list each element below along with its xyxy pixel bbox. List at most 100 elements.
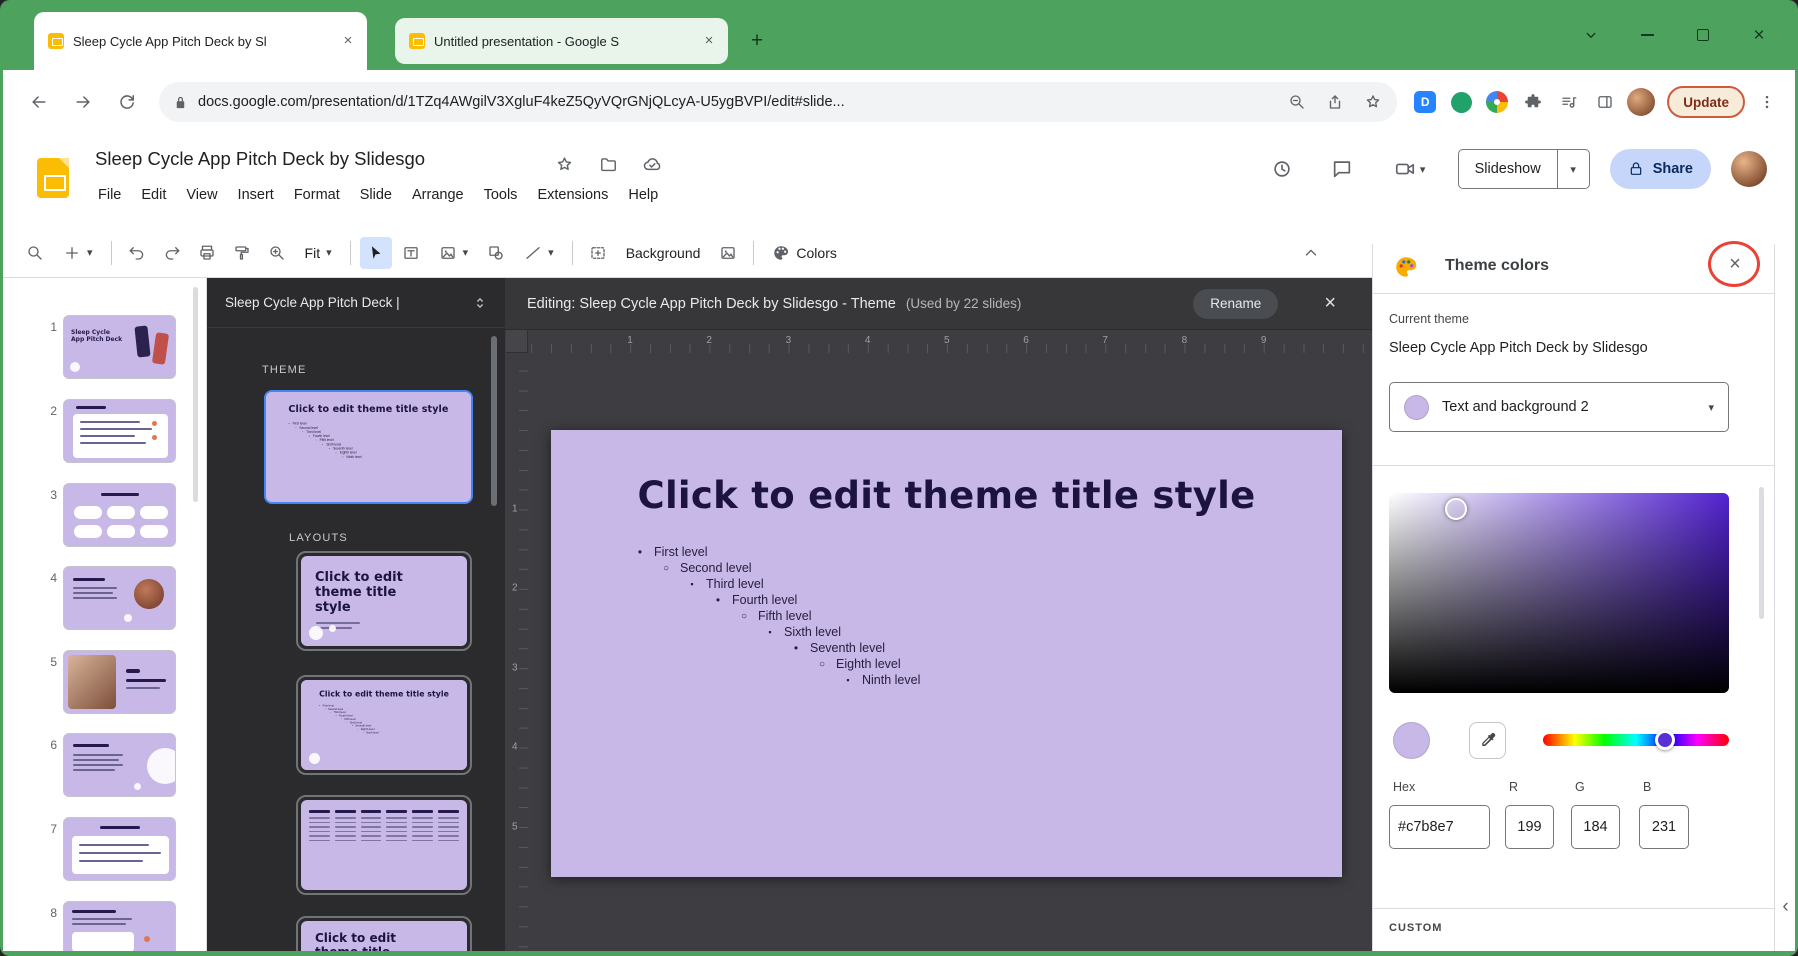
redo-icon[interactable] [156,237,188,269]
minimize-button[interactable] [1632,22,1662,48]
hue-slider-thumb[interactable] [1655,730,1675,750]
paint-format-icon[interactable] [226,237,258,269]
menu-file[interactable]: File [89,182,130,208]
slide-thumbnail-5[interactable] [63,650,176,714]
filmstrip-scrollbar[interactable] [193,287,198,502]
layout-thumbnail-2[interactable]: Click to edit theme title style •First l… [296,675,472,775]
insert-placeholder-icon[interactable] [582,237,614,269]
extension-d-icon[interactable]: D [1411,88,1439,116]
select-tool-icon[interactable] [360,237,392,269]
layout-thumbnail-3[interactable] [296,795,472,895]
saturation-gradient-picker[interactable] [1389,493,1729,693]
extension-pinwheel-icon[interactable] [1483,88,1511,116]
url-input[interactable] [198,94,1273,110]
slide-thumbnail-4[interactable] [63,566,176,630]
green-input[interactable] [1571,805,1620,849]
meet-button[interactable]: ▾ [1382,149,1438,189]
search-menus-icon[interactable] [19,237,51,269]
hue-slider[interactable] [1543,734,1729,746]
close-icon[interactable]: × [700,32,718,50]
slide-thumbnail-6[interactable] [63,733,176,797]
blue-input[interactable] [1639,805,1689,849]
eyedropper-button[interactable] [1469,722,1506,759]
menu-slide[interactable]: Slide [351,182,401,208]
close-window-button[interactable]: × [1744,22,1774,48]
undo-icon[interactable] [121,237,153,269]
zoom-icon[interactable] [261,237,293,269]
tab-inactive[interactable]: Untitled presentation - Google S × [395,18,728,64]
new-slide-button[interactable]: ▾ [54,237,102,269]
share-icon[interactable] [1321,88,1349,116]
slide-canvas[interactable]: Click to edit theme title style •First l… [551,430,1342,877]
theme-colors-button[interactable]: Colors [763,237,845,269]
cloud-status-icon[interactable] [639,151,665,177]
menu-edit[interactable]: Edit [132,182,175,208]
slide-thumbnail-1[interactable]: Sleep Cycle App Pitch Deck [63,315,176,379]
close-icon[interactable]: × [339,32,357,50]
update-button[interactable]: Update [1667,86,1745,118]
menu-tools[interactable]: Tools [475,182,527,208]
close-theme-editor-icon[interactable]: × [1324,292,1336,315]
zoom-select[interactable]: Fit▾ [296,237,341,269]
star-icon[interactable] [551,151,577,177]
slide-body-levels[interactable]: •First level○Second level▪Third level•Fo… [635,544,1342,688]
zoom-indicator-icon[interactable] [1283,88,1311,116]
menu-format[interactable]: Format [285,182,349,208]
version-history-icon[interactable] [1262,149,1302,189]
reload-button[interactable] [109,84,145,120]
close-panel-icon[interactable]: × [1721,250,1749,278]
browser-avatar[interactable] [1627,88,1655,116]
new-tab-button[interactable]: + [742,26,772,56]
extensions-puzzle-icon[interactable] [1519,88,1547,116]
bookmark-star-icon[interactable] [1359,88,1387,116]
print-icon[interactable] [191,237,223,269]
theme-master-thumbnail[interactable]: Click to edit theme title style •First l… [264,390,473,504]
menu-extensions[interactable]: Extensions [528,182,617,208]
forward-button[interactable] [65,84,101,120]
extension-green-icon[interactable] [1447,88,1475,116]
gradient-picker-handle[interactable] [1445,498,1467,520]
maximize-button[interactable] [1688,22,1718,48]
background-button[interactable]: Background [617,237,710,269]
layout-thumbnail-1[interactable]: Click to edit theme title style [296,551,472,651]
menu-help[interactable]: Help [619,182,667,208]
share-button[interactable]: Share [1610,149,1711,189]
slide-thumbnail-8[interactable] [63,901,176,951]
slide-title[interactable]: Click to edit theme title style [551,474,1342,517]
move-folder-icon[interactable] [595,151,621,177]
tab-active[interactable]: Sleep Cycle App Pitch Deck by Sl × [34,12,367,70]
slide-thumbnail-3[interactable] [63,483,176,547]
slide-thumbnail-7[interactable] [63,817,176,881]
hex-input[interactable] [1389,805,1490,849]
panel-scrollbar[interactable] [1759,487,1764,619]
reorder-arrows-icon[interactable] [471,294,489,312]
text-box-icon[interactable] [395,237,427,269]
background-image-icon[interactable] [712,237,744,269]
media-controls-icon[interactable] [1555,88,1583,116]
address-bar[interactable] [159,82,1397,122]
rename-button[interactable]: Rename [1193,289,1278,319]
layout-thumbnail-4[interactable]: Click to edit theme title style [296,916,472,951]
insert-line-button[interactable]: ▾ [515,237,563,269]
color-role-select[interactable]: Text and background 2 ▾ [1389,382,1729,432]
document-title[interactable]: Sleep Cycle App Pitch Deck by Slidesgo [95,148,425,170]
insert-image-button[interactable]: ▾ [430,237,478,269]
theme-panel-scrollbar[interactable] [491,336,497,506]
comments-icon[interactable] [1322,149,1362,189]
menu-view[interactable]: View [177,182,226,208]
slide-thumbnail-2[interactable] [63,399,176,463]
insert-shape-icon[interactable] [480,237,512,269]
chevron-down-icon[interactable] [1576,22,1606,48]
side-panel-icon[interactable] [1591,88,1619,116]
red-input[interactable] [1505,805,1554,849]
browser-menu-kebab-icon[interactable] [1753,88,1781,116]
slideshow-button[interactable]: Slideshow ▾ [1458,149,1590,189]
collapse-toolbar-icon[interactable] [1295,237,1327,269]
slides-logo-icon[interactable] [37,158,69,198]
chevron-left-icon[interactable]: ‹ [1776,894,1795,920]
slideshow-dropdown-button[interactable]: ▾ [1557,150,1589,188]
menu-arrange[interactable]: Arrange [403,182,473,208]
user-avatar[interactable] [1731,151,1767,187]
menu-insert[interactable]: Insert [229,182,283,208]
back-button[interactable] [21,84,57,120]
